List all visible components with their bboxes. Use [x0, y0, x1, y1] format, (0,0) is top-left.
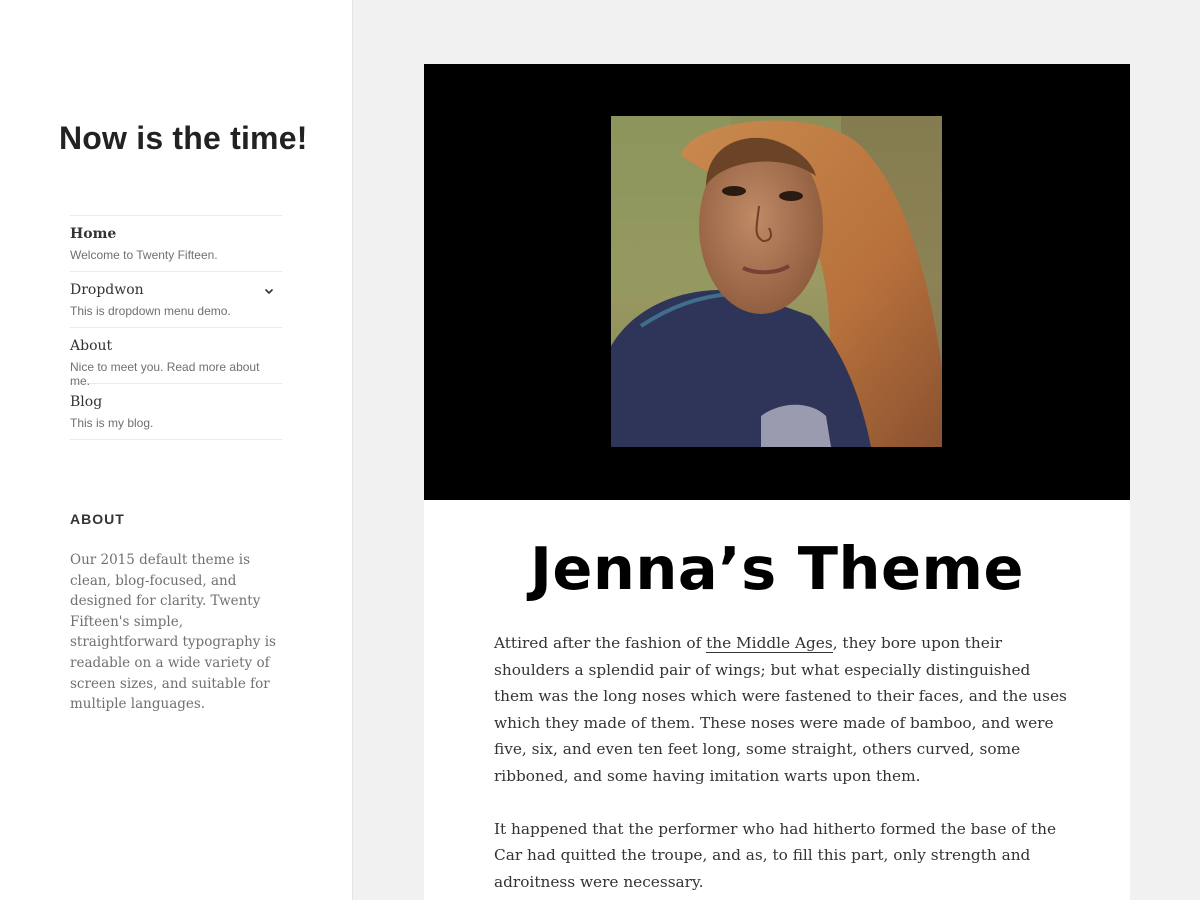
paragraph-text: Attired after the fashion of [494, 634, 707, 652]
menu-item-blog[interactable]: Blog This is my blog. [70, 384, 282, 440]
menu-item-about[interactable]: About Nice to meet you. Read more about … [70, 328, 282, 388]
post-paragraph: It happened that the performer who had h… [494, 819, 1057, 891]
menu-item-dropdwon[interactable]: Dropdwon This is dropdown menu demo. [70, 272, 282, 328]
post-title[interactable]: Jenna’s Theme [424, 534, 1130, 603]
menu-item-label[interactable]: About [70, 337, 282, 355]
post-article: Jenna’s Theme Attired after the fashion … [424, 64, 1130, 900]
widget-title: ABOUT [70, 511, 125, 527]
menu-item-label[interactable]: Dropdwon [70, 281, 282, 299]
paragraph-text: , they bore upon their shoulders a splen… [494, 634, 1067, 785]
menu-item-description: This is dropdown menu demo. [70, 304, 231, 318]
menu-list: Home Welcome to Twenty Fifteen. Dropdwon… [70, 215, 282, 440]
featured-photo[interactable] [611, 116, 942, 447]
menu-item-description: Welcome to Twenty Fifteen. [70, 248, 218, 262]
menu-item-home[interactable]: Home Welcome to Twenty Fifteen. [70, 216, 282, 272]
chevron-down-icon[interactable] [262, 284, 276, 298]
site-title[interactable]: Now is the time! [59, 120, 308, 157]
sidebar: Now is the time! Home Welcome to Twenty … [0, 0, 353, 900]
menu-item-label[interactable]: Blog [70, 393, 282, 411]
menu-item-label[interactable]: Home [70, 225, 282, 243]
widget-text: Our 2015 default theme is clean, blog-fo… [70, 552, 276, 713]
post-content: Attired after the fashion of the Middle … [494, 630, 1068, 900]
featured-image-area [424, 64, 1130, 500]
middle-ages-link[interactable]: the Middle Ages [706, 634, 833, 653]
menu-item-description: This is my blog. [70, 416, 154, 430]
post-paragraph: Attired after the fashion of the Middle … [494, 630, 1068, 789]
